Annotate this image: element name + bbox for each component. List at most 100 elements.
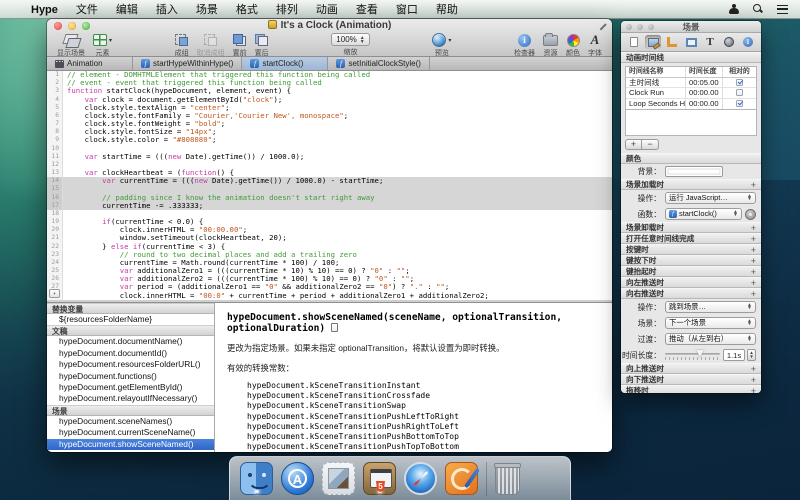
event-section-top[interactable]: 键抬起时+	[621, 266, 761, 277]
api-list-item[interactable]: hypeDocument.getElementById()	[47, 382, 214, 393]
add-action-icon[interactable]: +	[751, 267, 756, 277]
dock-icon-appstore[interactable]	[281, 462, 314, 495]
scene-popup[interactable]: 下一个场景▲▼	[665, 317, 756, 329]
fullscreen-icon[interactable]	[598, 22, 607, 31]
event-section-top[interactable]: 向左推送时+	[621, 277, 761, 288]
api-list-item[interactable]: hypeDocument.documentName()	[47, 336, 214, 347]
editor-tab[interactable]: fstartClock()	[242, 57, 328, 70]
api-list-item[interactable]: hypeDocument.resourcesFolderURL()	[47, 359, 214, 370]
menu-item-1[interactable]: 文件	[67, 4, 107, 16]
api-list-item[interactable]: ${resourcesFolderName}	[47, 314, 214, 325]
code-line[interactable]: 28 clock.innerHTML = "00:0" + currentTim…	[47, 292, 612, 300]
menu-item-2[interactable]: 编辑	[107, 4, 147, 16]
event-section-top[interactable]: 键按下时+	[621, 255, 761, 266]
duration-value[interactable]: 1.1s	[723, 349, 745, 361]
tab-scene[interactable]	[645, 35, 661, 49]
bring-forward-button[interactable]: 置前	[233, 33, 247, 58]
tab-text[interactable]: T	[702, 35, 718, 49]
section-on-swipe-right[interactable]: 向右推送时+	[621, 288, 761, 299]
remove-timeline-button[interactable]: −	[642, 139, 659, 150]
add-action-icon[interactable]: +	[751, 223, 756, 233]
duration-slider[interactable]	[665, 349, 720, 361]
menu-item-3[interactable]: 插入	[147, 4, 187, 16]
menu-item-8[interactable]: 查看	[347, 4, 387, 16]
dock-icon-safari[interactable]	[404, 462, 437, 495]
add-action-icon[interactable]: +	[751, 180, 756, 190]
timeline-row[interactable]: 主时间线00:05.00	[626, 78, 756, 89]
resources-button[interactable]: 资源	[543, 33, 558, 58]
add-action-icon[interactable]: +	[751, 364, 756, 374]
scenes-button[interactable]: 显示场景	[57, 33, 85, 58]
zoom-control[interactable]: 100%▲▼ 缩放	[331, 33, 369, 57]
inspector-button[interactable]: i 检查器	[514, 33, 535, 58]
tab-document[interactable]	[626, 35, 642, 49]
action-popup[interactable]: 跳到场景…▲▼	[665, 301, 756, 313]
menu-item-5[interactable]: 格式	[227, 4, 267, 16]
tab-metrics[interactable]	[664, 35, 680, 49]
colors-button[interactable]: 颜色	[566, 33, 580, 58]
api-list-item[interactable]: hypeDocument.functions()	[47, 371, 214, 382]
code-line[interactable]: 17 currentTime -= .333333;	[47, 202, 612, 210]
function-popup[interactable]: fstartClock()▲▼	[665, 208, 742, 220]
editor-tab[interactable]: Animation	[47, 57, 133, 70]
section-on-scene-load[interactable]: 场景加载时+	[621, 179, 761, 190]
send-backward-button[interactable]: 置后	[255, 33, 269, 58]
api-list-item[interactable]: hypeDocument.showNextScene()	[47, 450, 214, 452]
action-popup[interactable]: 运行 JavaScript…▲▼	[665, 192, 756, 204]
code-line[interactable]: 14 var currentTime = (((new Date).getTim…	[47, 177, 612, 185]
timeline-row[interactable]: Clock Run00:00.00	[626, 88, 756, 99]
transition-popup[interactable]: 推动（从左到右）▲▼	[665, 333, 756, 345]
menu-item-10[interactable]: 帮助	[427, 4, 467, 16]
add-action-icon[interactable]: +	[751, 289, 756, 299]
ungroup-button[interactable]: 取消成组	[197, 33, 225, 58]
relative-checkbox[interactable]	[736, 79, 743, 86]
event-section-top[interactable]: 打开任意时间线完成+	[621, 233, 761, 244]
timeline-row[interactable]: Loop Seconds Hand00:00.00	[626, 99, 756, 110]
event-section-bottom[interactable]: 拖移时+	[621, 385, 761, 393]
event-section-bottom[interactable]: 向下推送时+	[621, 374, 761, 385]
duration-stepper-icon[interactable]: ▲▼	[747, 349, 756, 361]
code-editor[interactable]: 1// element - DOMHTMLElement that trigge…	[47, 71, 612, 300]
dock-icon-hype[interactable]	[363, 462, 396, 495]
add-action-icon[interactable]: +	[751, 256, 756, 266]
user-icon[interactable]	[729, 4, 739, 14]
gear-icon[interactable]	[745, 209, 756, 220]
editor-tab[interactable]: fstartHypeWithinHype()	[133, 57, 242, 70]
tab-mobile[interactable]	[721, 35, 737, 49]
menu-item-app[interactable]: Hype	[22, 4, 67, 16]
menu-item-9[interactable]: 窗口	[387, 4, 427, 16]
add-action-icon[interactable]: +	[751, 278, 756, 288]
dock-icon-mail[interactable]	[322, 462, 355, 495]
dock-icon-pages[interactable]	[445, 462, 478, 495]
fonts-button[interactable]: A 字体	[588, 33, 602, 58]
document-proxy-icon[interactable]	[268, 20, 277, 29]
group-button[interactable]: 成组	[175, 33, 189, 58]
event-section-top[interactable]: 场景卸载时+	[621, 222, 761, 233]
elements-button[interactable]: ▾ 元素	[93, 33, 112, 58]
relative-checkbox[interactable]	[736, 100, 743, 107]
code-line[interactable]: 9 clock.style.color = "#808080";	[47, 136, 612, 144]
add-action-icon[interactable]: +	[751, 375, 756, 385]
event-section-top[interactable]: 按键时+	[621, 244, 761, 255]
tab-element[interactable]	[683, 35, 699, 49]
menu-item-4[interactable]: 场景	[187, 4, 227, 16]
relative-checkbox[interactable]	[736, 89, 743, 96]
timelines-table-empty[interactable]	[625, 110, 757, 136]
background-color-well[interactable]	[665, 166, 723, 177]
api-list-item[interactable]: hypeDocument.documentId()	[47, 348, 214, 359]
slider-thumb[interactable]	[696, 350, 704, 357]
event-section-bottom[interactable]: 向上推送时+	[621, 363, 761, 374]
api-list-item[interactable]: hypeDocument.sceneNames()	[47, 416, 214, 427]
tab-identity[interactable]: i	[740, 35, 756, 49]
inspector-title-bar[interactable]: 场景	[621, 21, 761, 33]
title-bar[interactable]: It's a Clock (Animation)	[47, 19, 612, 32]
add-action-icon[interactable]: +	[751, 386, 756, 394]
spotlight-icon[interactable]	[753, 4, 763, 14]
add-action-icon[interactable]: +	[751, 234, 756, 244]
menu-item-7[interactable]: 动画	[307, 4, 347, 16]
api-list-item[interactable]: hypeDocument.currentSceneName()	[47, 427, 214, 438]
menu-item-6[interactable]: 排列	[267, 4, 307, 16]
gutter-widget-icon[interactable]: ▾	[49, 289, 60, 298]
code-line[interactable]: 11 var startTime = (((new Date).getTime(…	[47, 153, 612, 161]
doc-page-icon[interactable]	[331, 323, 338, 332]
